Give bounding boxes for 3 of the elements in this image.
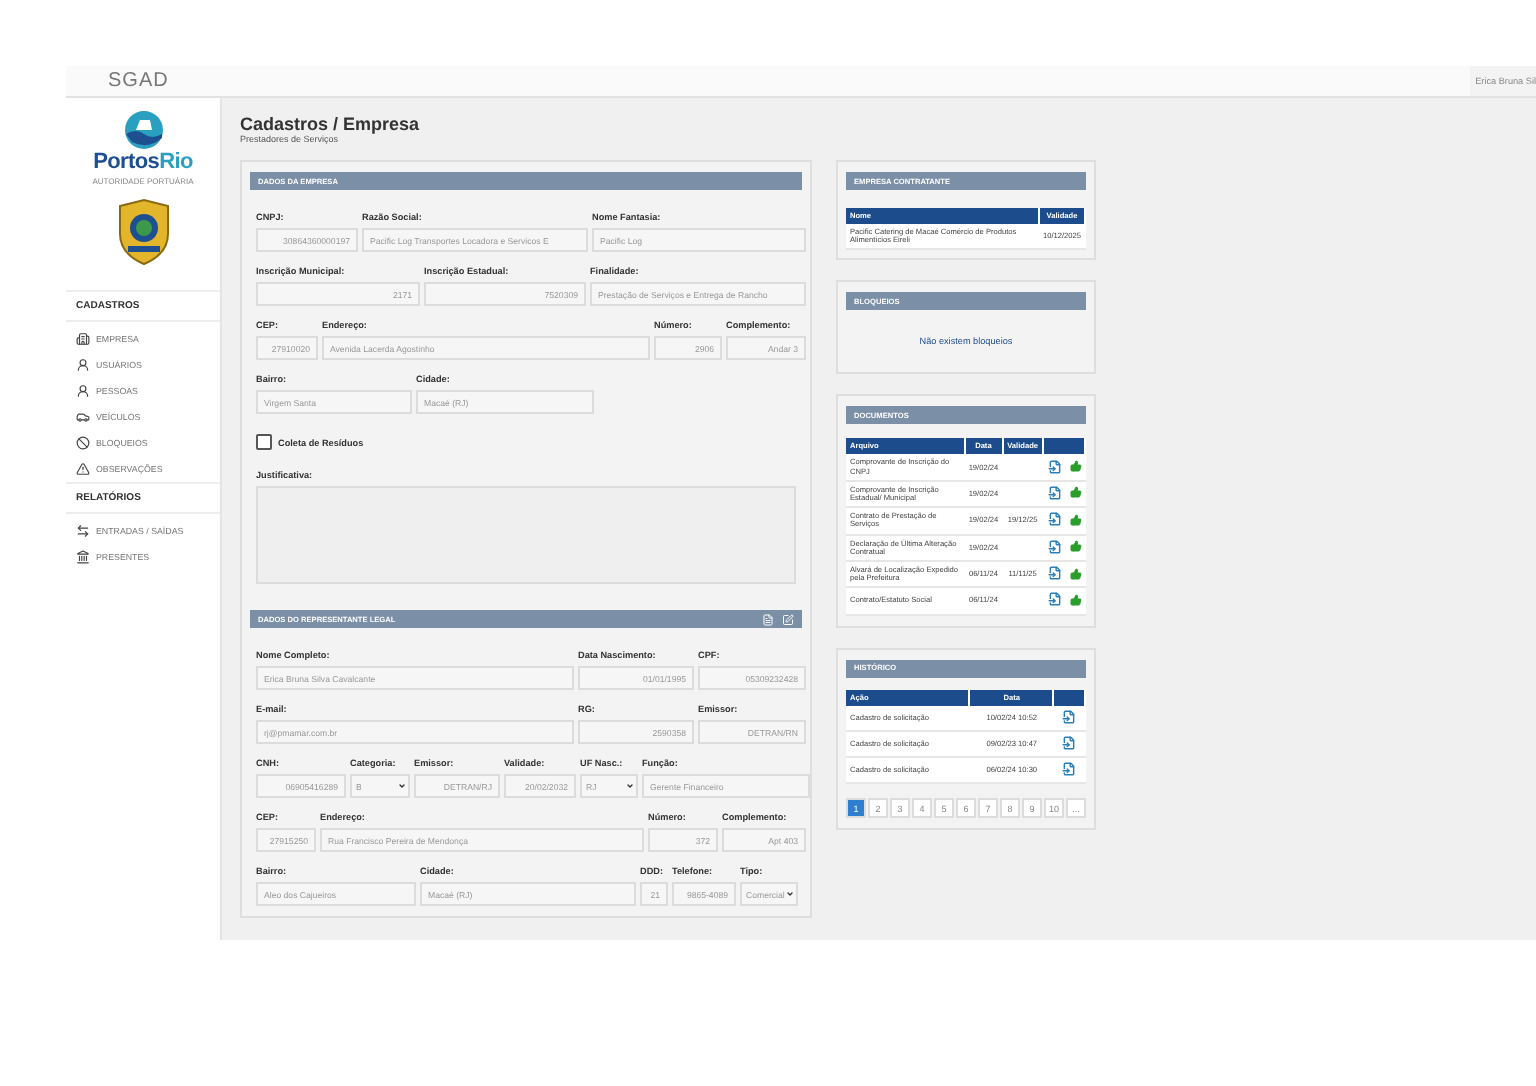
page-title: Cadastros / Empresa	[240, 114, 422, 134]
app-name: SGAD	[108, 70, 169, 92]
logo-wordmark: PortosRio	[93, 152, 193, 174]
